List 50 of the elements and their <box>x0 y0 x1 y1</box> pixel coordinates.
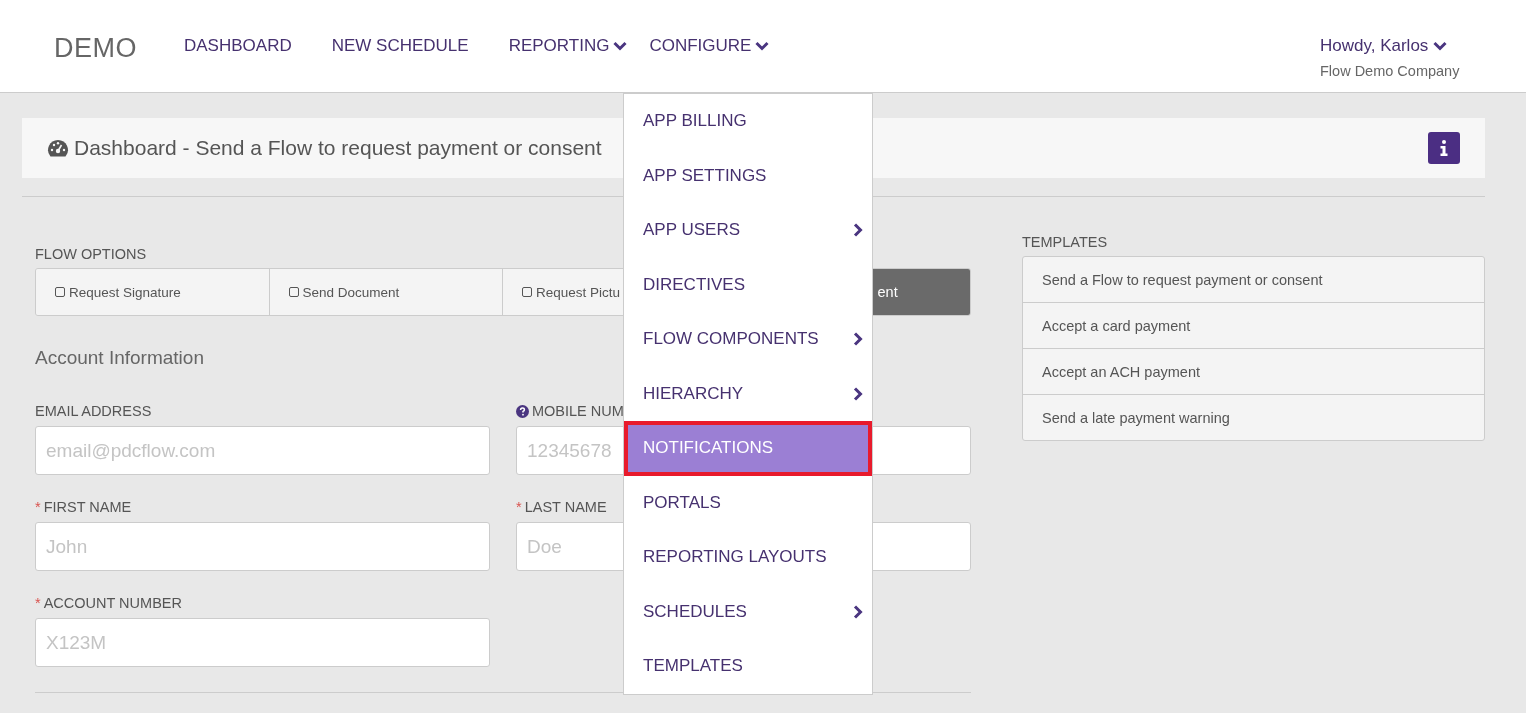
menu-item[interactable]: REPORTING LAYOUTS <box>624 530 872 585</box>
field-label: EMAIL ADDRESS <box>35 403 152 419</box>
menu-item[interactable]: APP SETTINGS <box>624 148 872 203</box>
field-label: LAST NAME <box>524 499 607 515</box>
user-menu[interactable]: Howdy, Karlos <box>1320 36 1448 56</box>
chevron-right-icon <box>853 604 863 619</box>
section-label: FLOW OPTIONS <box>35 246 148 262</box>
menu-item[interactable]: SCHEDULES <box>624 584 872 639</box>
input-field[interactable]: email@pdcflow.com <box>35 426 490 475</box>
info-icon <box>1440 140 1448 156</box>
chevron-down-icon <box>1433 41 1448 51</box>
chevron-right-icon <box>853 223 863 238</box>
template-item[interactable]: Send a late payment warning <box>1023 394 1484 440</box>
checkbox[interactable] <box>522 287 532 297</box>
page-title: Dashboard - Send a Flow to request payment or consent <box>74 136 602 160</box>
template-item[interactable]: Accept an ACH payment <box>1023 348 1484 394</box>
menu-item[interactable]: PORTALS <box>624 475 872 530</box>
section-heading: Account Information <box>35 347 205 369</box>
checkbox[interactable] <box>55 287 65 297</box>
required-marker: * <box>35 595 41 611</box>
input-field[interactable]: X123M <box>35 618 490 667</box>
menu-item[interactable]: APP USERS <box>624 203 872 258</box>
section-label: TEMPLATES <box>1022 234 1109 250</box>
menu-item[interactable]: TEMPLATES <box>624 639 872 694</box>
nav-link[interactable]: NEW SCHEDULE <box>331 36 469 56</box>
info-button[interactable] <box>1428 132 1460 164</box>
chevron-down-icon <box>613 41 628 51</box>
input-field[interactable]: John <box>35 522 490 571</box>
template-item[interactable]: Send a Flow to request payment or consent <box>1023 257 1484 302</box>
chevron-right-icon <box>853 332 863 347</box>
flow-option[interactable]: Send Document <box>269 269 503 315</box>
menu-item[interactable]: APP BILLING <box>624 94 872 149</box>
checkbox[interactable] <box>288 287 299 297</box>
nav-link[interactable]: CONFIGURE <box>649 36 770 56</box>
logo: DEMO <box>54 33 137 64</box>
company-name: Flow Demo Company <box>1320 63 1461 79</box>
field-label: FIRST NAME <box>43 499 132 515</box>
menu-item[interactable]: HIERARCHY <box>624 366 872 421</box>
required-marker: * <box>516 499 522 515</box>
nav-link[interactable]: REPORTING <box>508 36 628 56</box>
chevron-down-icon <box>755 41 770 51</box>
required-marker: * <box>35 499 41 515</box>
field-label: MOBILE NUM <box>532 403 624 419</box>
flow-option[interactable]: Request Signature <box>36 269 270 315</box>
gauge-icon <box>47 138 69 158</box>
nav-link[interactable]: DASHBOARD <box>184 36 292 56</box>
template-item[interactable]: Accept a card payment <box>1023 302 1484 348</box>
menu-item[interactable]: FLOW COMPONENTS <box>624 312 872 367</box>
field-label: ACCOUNT NUMBER <box>43 595 182 611</box>
chevron-right-icon <box>853 386 863 401</box>
